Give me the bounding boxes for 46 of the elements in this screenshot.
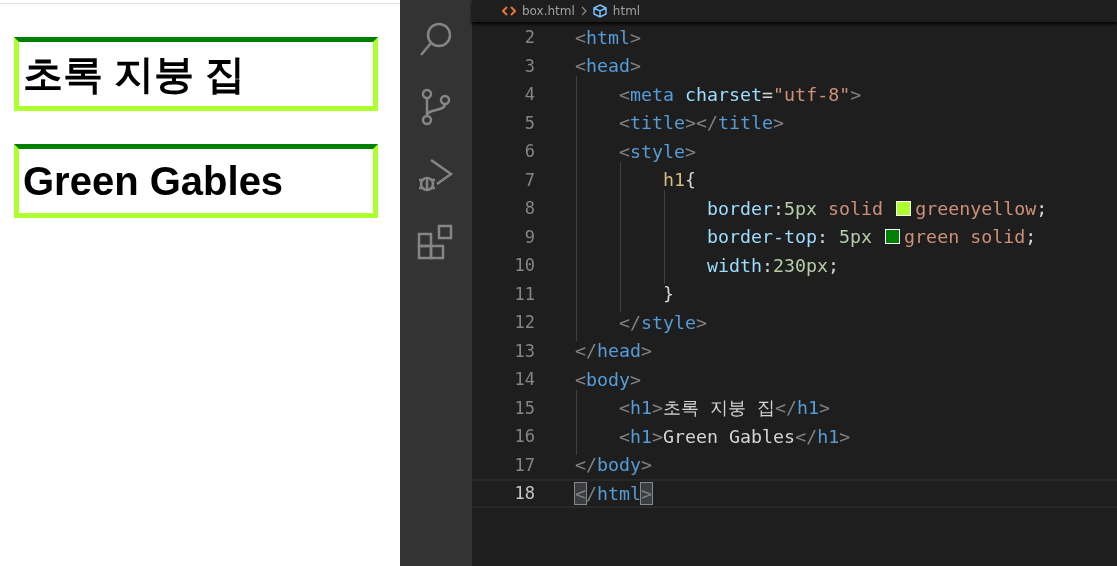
line-number: 17 (513, 454, 535, 475)
code-line: <title></title> (619, 112, 785, 134)
code-line: <html> (575, 26, 642, 48)
line-number: 2 (523, 27, 535, 48)
line-number: 15 (513, 397, 535, 418)
bordered-heading: 초록 지붕 집 (14, 37, 378, 111)
code-file-icon (502, 5, 516, 17)
line-number: 18 (513, 483, 535, 504)
source-control-icon[interactable] (420, 88, 452, 126)
code-line: h1{ (663, 169, 697, 191)
cube-icon (592, 4, 607, 18)
bordered-heading: Green Gables (14, 144, 378, 218)
line-number: 11 (513, 283, 535, 304)
code-line: <body> (575, 368, 642, 390)
chevron-icon (580, 6, 587, 16)
code-line: width:230px; (707, 254, 840, 276)
code-line: </head> (575, 340, 653, 362)
line-number: 5 (523, 112, 535, 133)
code-line: <h1>Green Gables</h1> (619, 425, 851, 447)
line-number: 14 (513, 369, 535, 390)
line-number: 9 (523, 226, 535, 247)
line-number: 7 (523, 169, 535, 190)
line-number: 12 (513, 312, 535, 333)
code-line: </style> (619, 311, 708, 333)
line-number: 3 (523, 55, 535, 76)
color-swatch[interactable] (885, 229, 901, 245)
code-line: <h1>초록 지붕 집</h1> (619, 396, 831, 421)
run-debug-icon[interactable] (417, 156, 455, 194)
line-number: 10 (513, 255, 535, 276)
color-swatch[interactable] (896, 200, 912, 216)
code-line: } (663, 283, 674, 305)
extensions-icon[interactable] (417, 224, 455, 262)
line-number: 16 (513, 426, 535, 447)
code-line: <style> (619, 140, 697, 162)
search-icon[interactable] (418, 20, 454, 58)
line-number: 4 (523, 84, 535, 105)
breadcrumb-item[interactable]: box.html (522, 4, 575, 18)
code-line: </body> (575, 454, 653, 476)
line-number: 6 (523, 141, 535, 162)
line-number: 8 (523, 198, 535, 219)
line-number: 13 (513, 340, 535, 361)
code-line: <meta charset="utf-8"> (619, 83, 862, 105)
breadcrumb-item[interactable]: html (612, 4, 641, 18)
code-line: border-top: 5px green solid; (707, 226, 1037, 248)
code-line: border:5px solid greenyellow; (707, 197, 1048, 219)
code-line: <head> (575, 55, 642, 77)
